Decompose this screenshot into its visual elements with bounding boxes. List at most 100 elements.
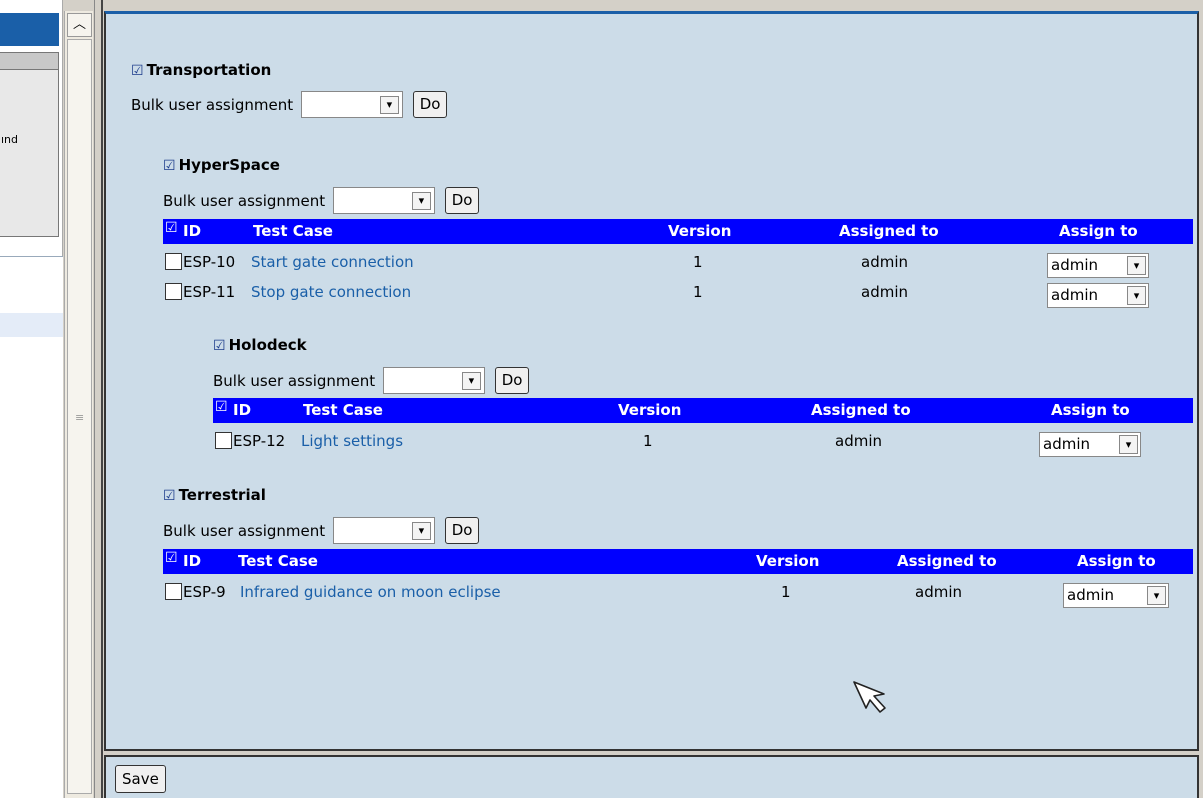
row-id: ESP-10 [183, 253, 236, 271]
left-panel: ınd [0, 0, 63, 798]
footer-bar: Save [104, 755, 1199, 798]
col-id: ID [183, 222, 202, 240]
chevron-down-icon: ▾ [379, 96, 399, 114]
assign-to-value: admin [1051, 286, 1098, 304]
row-checkbox[interactable] [165, 253, 182, 270]
col-assign-to: Assign to [1059, 222, 1138, 240]
bulk-user-select[interactable]: ▾ [300, 91, 403, 118]
row-version: 1 [693, 253, 703, 271]
col-assigned-to: Assigned to [839, 222, 939, 240]
scrollbar-thumb[interactable]: ≡ [67, 39, 92, 794]
row-checkbox[interactable] [165, 583, 182, 600]
check-icon: ☑ [163, 488, 176, 504]
row-assigned-to: admin [915, 583, 962, 601]
col-assigned-to: Assigned to [897, 552, 997, 570]
vertical-scrollbar[interactable]: ︿ ≡ [64, 11, 93, 798]
section-title-text: Terrestrial [178, 486, 266, 504]
select-all-checkbox[interactable]: ☑ [215, 399, 228, 415]
check-icon: ☑ [131, 63, 144, 79]
row-id: ESP-11 [183, 283, 236, 301]
assign-to-value: admin [1043, 435, 1090, 453]
left-info-box: ınd [0, 52, 59, 237]
row-id: ESP-12 [233, 432, 286, 450]
assign-to-value: admin [1051, 256, 1098, 274]
mouse-pointer-icon [853, 681, 886, 713]
col-test-case: Test Case [238, 552, 318, 570]
bulk-assignment-row: Bulk user assignment ▾ Do [213, 367, 530, 394]
section-title-text: Transportation [146, 61, 272, 79]
section-title[interactable]: ☑ Terrestrial [163, 486, 266, 504]
test-case-link[interactable]: Infrared guidance on moon eclipse [240, 583, 501, 601]
do-button[interactable]: Do [444, 187, 480, 214]
section-title[interactable]: ☑ Transportation [131, 61, 271, 79]
assign-to-select[interactable]: admin ▾ [1047, 283, 1149, 308]
table-row: ESP-10 Start gate connection 1 admin adm… [163, 248, 1193, 278]
bulk-assignment-row: Bulk user assignment ▾ Do [163, 187, 480, 214]
bulk-assignment-label: Bulk user assignment [213, 371, 376, 390]
check-icon: ☑ [163, 158, 176, 174]
row-checkbox[interactable] [165, 283, 182, 300]
col-test-case: Test Case [253, 222, 333, 240]
bulk-user-select[interactable]: ▾ [382, 367, 485, 394]
left-tree-selected-item[interactable] [0, 313, 63, 337]
col-version: Version [618, 401, 682, 419]
row-assigned-to: admin [861, 253, 908, 271]
chevron-up-icon: ︿ [72, 17, 86, 32]
col-assign-to: Assign to [1051, 401, 1130, 419]
bulk-assignment-label: Bulk user assignment [163, 521, 326, 540]
chevron-down-icon: ▾ [1119, 435, 1138, 454]
grip-icon: ≡ [75, 411, 85, 424]
col-id: ID [233, 401, 252, 419]
chevron-down-icon: ▾ [1127, 286, 1146, 305]
row-assigned-to: admin [861, 283, 908, 301]
row-checkbox[interactable] [215, 432, 232, 449]
test-case-link[interactable]: Start gate connection [251, 253, 414, 271]
col-assigned-to: Assigned to [811, 401, 911, 419]
test-case-link[interactable]: Light settings [301, 432, 403, 450]
table-row: ESP-11 Stop gate connection 1 admin admi… [163, 278, 1193, 308]
section-title[interactable]: ☑ HyperSpace [163, 156, 280, 174]
test-case-link[interactable]: Stop gate connection [251, 283, 411, 301]
left-tree[interactable] [0, 256, 63, 798]
assign-to-select[interactable]: admin ▾ [1063, 583, 1169, 608]
col-assign-to: Assign to [1077, 552, 1156, 570]
col-version: Version [756, 552, 820, 570]
row-version: 1 [781, 583, 791, 601]
do-button[interactable]: Do [444, 517, 480, 544]
bulk-user-select[interactable]: ▾ [332, 187, 435, 214]
chevron-down-icon: ▾ [1147, 586, 1166, 605]
row-version: 1 [693, 283, 703, 301]
select-all-checkbox[interactable]: ☑ [165, 550, 178, 566]
table-header: ☑ ID Test Case Version Assigned to Assig… [213, 398, 1193, 423]
section-title[interactable]: ☑ Holodeck [213, 336, 307, 354]
bulk-assignment-label: Bulk user assignment [131, 95, 294, 114]
col-version: Version [668, 222, 732, 240]
assign-to-select[interactable]: admin ▾ [1047, 253, 1149, 278]
section-title-text: Holodeck [228, 336, 307, 354]
chevron-down-icon: ▾ [1127, 256, 1146, 275]
bulk-user-select[interactable]: ▾ [332, 517, 435, 544]
assign-to-select[interactable]: admin ▾ [1039, 432, 1141, 457]
table-row: ESP-9 Infrared guidance on moon eclipse … [163, 578, 1193, 608]
chevron-down-icon: ▾ [411, 522, 431, 540]
assign-to-value: admin [1067, 586, 1114, 604]
table-header: ☑ ID Test Case Version Assigned to Assig… [163, 549, 1193, 574]
scroll-up-button[interactable]: ︿ [67, 13, 92, 37]
row-id: ESP-9 [183, 583, 226, 601]
do-button[interactable]: Do [494, 367, 530, 394]
left-header-bar [0, 13, 59, 46]
do-button[interactable]: Do [412, 91, 448, 118]
left-info-box-header [0, 53, 58, 70]
col-id: ID [183, 552, 202, 570]
bulk-assignment-row: Bulk user assignment ▾ Do [131, 91, 448, 118]
col-test-case: Test Case [303, 401, 383, 419]
chevron-down-icon: ▾ [461, 372, 481, 390]
pane-splitter[interactable] [94, 0, 103, 798]
select-all-checkbox[interactable]: ☑ [165, 220, 178, 236]
chevron-down-icon: ▾ [411, 192, 431, 210]
check-icon: ☑ [213, 338, 226, 354]
bulk-assignment-label: Bulk user assignment [163, 191, 326, 210]
assignment-panel: ☑ Transportation Bulk user assignment ▾ D… [104, 11, 1199, 751]
bulk-assignment-row: Bulk user assignment ▾ Do [163, 517, 480, 544]
save-button[interactable]: Save [115, 765, 166, 793]
